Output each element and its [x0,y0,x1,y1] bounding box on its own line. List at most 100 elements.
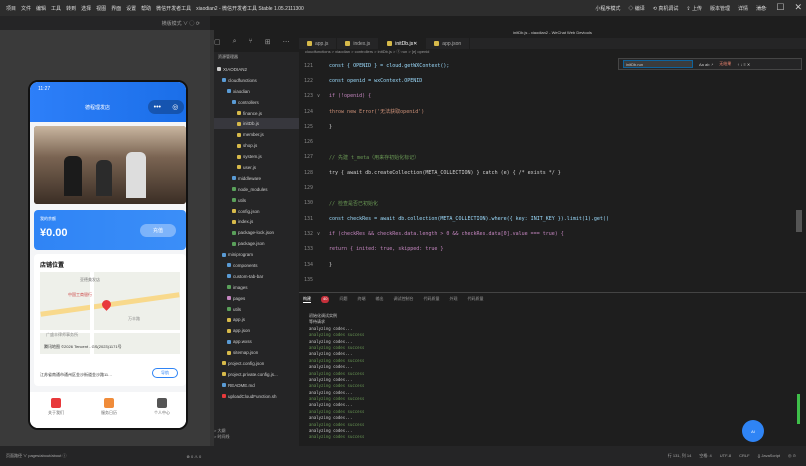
tree-item[interactable]: package.json [214,238,299,249]
tree-item[interactable]: finance.js [214,108,299,119]
status-item[interactable]: ◎ ⊙ [788,453,796,459]
tree-item[interactable]: app.js [214,314,299,325]
tree-item[interactable]: node_modules [214,184,299,195]
tree-item[interactable]: README.md [214,380,299,391]
toolbar-button[interactable]: ⇪ 上传 [686,5,702,12]
close-icon[interactable]: ✕ [794,2,802,13]
store-map[interactable]: 亚德美发店 中国工商银行 万丰路 广盛丰律师事务所 腾讯地图 ©2026 Ten… [40,272,180,354]
tree-item[interactable]: sitemap.json [214,347,299,358]
tree-item[interactable]: xiaodian [214,86,299,97]
menu-item[interactable]: 文件 [21,5,31,12]
editor-tab[interactable]: app.js [299,38,338,49]
status-item[interactable]: 行 131, 列 14 [668,453,692,459]
line-number: 134 [303,261,313,268]
panel-tab[interactable]: 代码质量 [423,296,439,303]
tree-item[interactable]: pages [214,293,299,304]
outline-section[interactable]: > 时间线 [214,434,229,440]
tree-item[interactable]: project.private.config.js... [214,369,299,380]
tab-2[interactable]: 个人中心 [142,398,182,416]
orientation-toggle[interactable]: 横版模式 ∨ ◯ ⟳ [162,20,200,27]
tree-item[interactable]: index.js [214,216,299,227]
tab-1[interactable]: 服务日历 [89,398,129,416]
status-item[interactable]: {} JavaScript [758,453,780,459]
toolbar-icon[interactable]: ▢ [214,38,221,46]
code-editor[interactable]: 121 const { OPENID } = cloud.getWXContext… [299,58,794,329]
page-path[interactable]: 页面路径 ∨ pages/about/about ⓘ [6,453,66,459]
tree-item[interactable]: uploadCloudFunction.sh [214,391,299,402]
tree-item[interactable]: user.js [214,162,299,173]
menu-item[interactable]: 转到 [66,5,76,12]
tree-item[interactable]: package-lock.json [214,227,299,238]
tree-item[interactable]: shop.js [214,140,299,151]
toolbar-icon[interactable]: ⑂ [249,38,253,46]
toolbar-icon[interactable]: ⋯ [283,38,290,46]
toolbar-button[interactable]: 详情 [738,5,748,12]
more-icon[interactable]: ••• [154,104,161,111]
find-options[interactable]: Aa ab .* [699,62,713,67]
editor-tab[interactable]: index.js [337,38,380,49]
menu-item[interactable]: 设置 [126,5,136,12]
tree-item[interactable]: app.wxss [214,336,299,347]
tree-item[interactable]: initDb.js [214,118,299,130]
editor-tab[interactable]: app.json [426,38,471,49]
assistant-bubble[interactable]: AI [742,420,764,442]
menu-item[interactable]: 帮助 [141,5,151,12]
tree-item[interactable]: project.config.json [214,358,299,369]
minimize-icon[interactable]: — [757,2,766,13]
menu-item[interactable]: 选择 [81,5,91,12]
scrollbar[interactable] [796,210,802,232]
panel-tab[interactable]: 终端 [357,296,365,303]
tree-item[interactable]: app.json [214,325,299,336]
tree-item[interactable]: utils [214,195,299,206]
tab-close-icon[interactable]: ✕ [413,41,417,47]
tree-item[interactable]: images [214,282,299,293]
tree-item[interactable]: utils [214,304,299,315]
editor-tab[interactable]: initDb.js ✕ [379,38,427,49]
panel-tab[interactable]: 构建 [303,296,311,303]
toolbar-icon[interactable]: ⊞ [265,38,271,46]
recharge-button[interactable]: 充值 [140,224,176,237]
tree-item[interactable]: XIAODIAN2 [214,64,299,75]
tab-0[interactable]: 关于我们 [36,398,76,416]
capsule-menu[interactable]: ••• ◎ [148,100,184,114]
menu-item[interactable]: 项目 [6,5,16,12]
panel-tab[interactable]: 调试控制台 [393,296,413,303]
toolbar-icon[interactable]: ⌕ [233,38,237,46]
panel-tab[interactable]: 问题 [339,296,347,303]
maximize-icon[interactable]: ☐ [776,2,784,13]
tree-item[interactable]: cloudfunctions [214,75,299,86]
problem-counts[interactable]: ⊗ 0 ⚠ 0 [186,454,201,459]
tree-item[interactable]: middleware [214,173,299,184]
status-item[interactable]: 空格: 4 [699,453,711,459]
tree-item[interactable]: miniprogram [214,249,299,260]
panel-tab[interactable]: 代码质量 [467,296,483,303]
tree-item[interactable]: controllers [214,97,299,108]
navigate-button[interactable]: 导航 [152,368,178,378]
toolbar-button[interactable]: ⟲ 真机调试 [653,5,679,12]
menu-item[interactable]: 工具 [51,5,61,12]
tab-bar: 关于我们 服务日历 个人中心 [30,392,186,428]
status-item[interactable]: CRLF [739,453,749,459]
menu-item[interactable]: 界面 [111,5,121,12]
panel-tab[interactable]: 外观 [449,296,457,303]
file-icon [232,100,236,105]
tree-item[interactable]: components [214,260,299,271]
tree-label: package.json [238,241,265,247]
close-icon[interactable]: ◎ [172,103,178,111]
toolbar-button[interactable]: 小程序模式 [595,5,620,12]
status-item[interactable]: UTF-8 [720,453,731,459]
hero-banner [34,126,186,204]
menu-item[interactable]: 编辑 [36,5,46,12]
tree-item[interactable]: config.json [214,206,299,217]
file-icon [237,165,241,170]
find-input[interactable]: initDb.run [623,60,693,68]
toolbar-button[interactable]: ◇ 编译 [628,5,644,12]
menu-item[interactable]: 视图 [96,5,106,12]
tree-item[interactable]: custom-tab-bar [214,271,299,282]
tree-item[interactable]: system.js [214,151,299,162]
find-arrows-icon[interactable]: ↑ ↓ ≡ ✕ [737,62,750,67]
panel-tab[interactable]: 输出 [375,296,383,303]
tree-item[interactable]: member.js [214,129,299,140]
toolbar-button[interactable]: 版本管理 [710,5,730,12]
menu-item[interactable]: 微信开发者工具 [156,5,191,12]
